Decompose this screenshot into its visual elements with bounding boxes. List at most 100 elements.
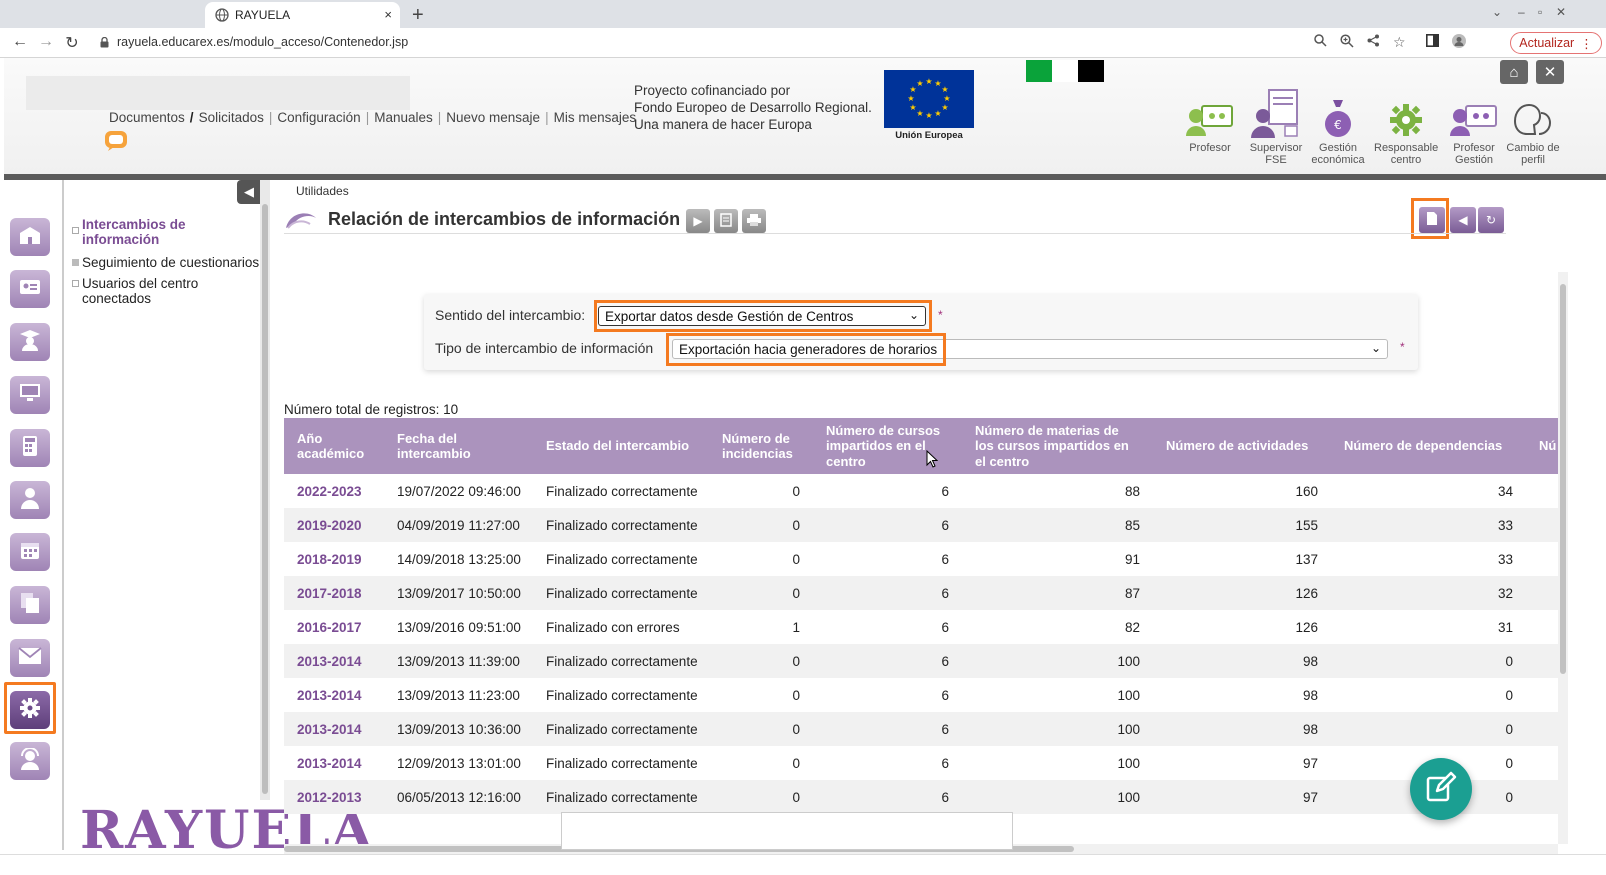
calendar-icon	[20, 540, 40, 565]
sidebar-nav: Intercambios de información Seguimiento …	[64, 180, 260, 850]
role-gestion-economica[interactable]: € Gestión económica	[1306, 88, 1370, 166]
table-row[interactable]: 2013-2014 12/09/2013 13:01:00 Finalizado c…	[284, 746, 1558, 780]
collapse-sidebar-button[interactable]: ◀	[237, 180, 261, 204]
back-icon[interactable]: ←	[10, 33, 30, 51]
breadcrumb[interactable]: Utilidades	[296, 184, 349, 198]
back-button[interactable]: ◀	[1450, 207, 1476, 233]
home-icon[interactable]: ⌂	[1500, 60, 1528, 84]
table-row[interactable]: 2018-2019 14/09/2018 13:25:00 Finalizado c…	[284, 542, 1558, 576]
sidebar-scrollbar[interactable]	[260, 180, 270, 800]
search-icon[interactable]	[1314, 34, 1327, 50]
rail-support-button[interactable]	[10, 742, 50, 780]
sidepanel-icon[interactable]	[1426, 34, 1439, 50]
restore-icon[interactable]: ▫	[1538, 5, 1542, 19]
print-button[interactable]	[742, 209, 766, 233]
rail-calendar-button[interactable]	[10, 533, 50, 571]
column-header[interactable]: Fecha del intercambio	[384, 418, 533, 474]
table-row[interactable]: 2016-2017 13/09/2016 09:51:00 Finalizado c…	[284, 610, 1558, 644]
column-header[interactable]: Número de dependencias	[1331, 418, 1526, 474]
url-text: rayuela.educarex.es/modulo_acceso/Conten…	[117, 35, 409, 49]
menu-documentos[interactable]: Documentos	[104, 110, 190, 125]
rail-id-card-button[interactable]	[10, 270, 50, 308]
minimize-icon[interactable]: –	[1518, 5, 1525, 19]
scrollbar-thumb[interactable]	[1560, 284, 1566, 674]
role-profesor-gestion[interactable]: Profesor Gestión	[1442, 88, 1506, 166]
table-row[interactable]: 2017-2018 13/09/2017 10:50:00 Finalizado c…	[284, 576, 1558, 610]
menu-mis-mensajes[interactable]: Mis mensajes	[549, 110, 642, 125]
table-row[interactable]: 2019-2020 04/09/2019 11:27:00 Finalizado c…	[284, 508, 1558, 542]
direction-highlight-box	[594, 300, 932, 332]
academic-year-link[interactable]: 2022-2023	[284, 474, 384, 508]
edit-fab-button[interactable]	[1410, 758, 1472, 820]
role-cambio-perfil[interactable]: Cambio de perfil	[1501, 88, 1565, 166]
profile-icon[interactable]	[1452, 34, 1466, 51]
lock-icon	[100, 36, 109, 48]
browser-tab-blank[interactable]	[0, 2, 205, 28]
close-window-icon[interactable]: ✕	[1556, 5, 1566, 19]
academic-year-link[interactable]: 2012-2013	[284, 780, 384, 814]
forward-icon[interactable]: →	[36, 33, 56, 51]
reload-icon[interactable]: ↻	[62, 33, 82, 53]
column-header[interactable]: Número de incidencias	[709, 418, 813, 474]
scrollbar-thumb[interactable]	[262, 204, 268, 794]
academic-year-link[interactable]: 2013-2014	[284, 644, 384, 678]
academic-year-link[interactable]: 2013-2014	[284, 746, 384, 780]
rail-calculator-button[interactable]	[10, 429, 50, 467]
menu-configuracion[interactable]: Configuración	[272, 110, 365, 125]
main-vertical-scrollbar[interactable]	[1558, 272, 1568, 844]
new-tab-button[interactable]: +	[412, 4, 424, 27]
column-header[interactable]: Nú de	[1526, 418, 1558, 474]
table-cell	[1526, 508, 1558, 542]
next-button[interactable]: ▶	[686, 209, 710, 233]
role-responsable-centro[interactable]: Responsable centro	[1374, 88, 1438, 166]
academic-year-link[interactable]: 2013-2014	[284, 712, 384, 746]
share-icon[interactable]	[1367, 34, 1380, 50]
sidebar-item-usuarios-conectados[interactable]: Usuarios del centro conectados	[72, 276, 222, 306]
role-supervisor-fse[interactable]: Supervisor FSE	[1244, 88, 1308, 166]
chat-bubble-icon[interactable]	[104, 130, 128, 157]
footer-strip	[0, 854, 1606, 875]
export-doc-button[interactable]	[714, 209, 738, 233]
rail-documents-button[interactable]	[10, 586, 50, 624]
zoom-icon[interactable]	[1340, 34, 1354, 51]
academic-year-link[interactable]: 2016-2017	[284, 610, 384, 644]
role-profesor[interactable]: Profesor	[1178, 88, 1242, 154]
refresh-button[interactable]: ↻	[1478, 207, 1504, 233]
browser-tab[interactable]: RAYUELA ×	[205, 2, 400, 28]
tab-close-icon[interactable]: ×	[384, 7, 392, 22]
column-header[interactable]: Año académico	[284, 418, 384, 474]
column-header[interactable]: Número de actividades	[1153, 418, 1331, 474]
type-label: Tipo de intercambio de información	[435, 340, 654, 356]
table-cell: 13/09/2013 11:23:00	[397, 687, 520, 703]
rail-graduate-button[interactable]	[10, 323, 50, 361]
table-row[interactable]: 2012-2013 06/05/2013 12:16:00 Finalizado c…	[284, 780, 1558, 814]
table-row[interactable]: 2022-2023 19/07/2022 09:46:00 Finalizado c…	[284, 474, 1558, 508]
bookmark-star-icon[interactable]: ☆	[1393, 34, 1406, 51]
update-button[interactable]: Actualizar ⋮	[1510, 32, 1602, 54]
academic-year-link[interactable]: 2018-2019	[284, 542, 384, 576]
table-cell: 0	[792, 551, 800, 567]
academic-year-link[interactable]: 2013-2014	[284, 678, 384, 712]
tab-search-icon[interactable]: ⌄	[1492, 5, 1502, 19]
close-session-icon[interactable]: ✕	[1536, 60, 1564, 84]
url-field[interactable]: rayuela.educarex.es/modulo_acceso/Conten…	[100, 35, 408, 49]
menu-solicitados[interactable]: Solicitados	[194, 110, 269, 125]
rail-person-button[interactable]	[10, 481, 50, 519]
column-header[interactable]: Estado del intercambio	[533, 418, 709, 474]
table-cell: 100	[962, 644, 1153, 678]
rail-monitor-button[interactable]	[10, 376, 50, 414]
rail-school-button[interactable]	[10, 218, 50, 256]
table-cell	[1526, 474, 1558, 508]
menu-manuales[interactable]: Manuales	[369, 110, 438, 125]
column-header[interactable]: Número de materias de los cursos imparti…	[962, 418, 1153, 474]
academic-year-link[interactable]: 2017-2018	[284, 576, 384, 610]
sidebar-item-cuestionarios[interactable]: Seguimiento de cuestionarios	[72, 255, 268, 270]
table-row[interactable]: 2013-2014 13/09/2013 11:23:00 Finalizado c…	[284, 678, 1558, 712]
table-row[interactable]: 2013-2014 13/09/2013 11:39:00 Finalizado c…	[284, 644, 1558, 678]
rail-mail-button[interactable]	[10, 639, 50, 677]
sidebar-item-intercambios[interactable]: Intercambios de información	[72, 217, 252, 247]
menu-nuevo-mensaje[interactable]: Nuevo mensaje	[441, 110, 545, 125]
table-row[interactable]: 2013-2014 13/09/2013 10:36:00 Finalizado c…	[284, 712, 1558, 746]
academic-year-link[interactable]: 2019-2020	[284, 508, 384, 542]
column-header[interactable]: Número de cursos impartidos en el centro	[813, 418, 962, 474]
